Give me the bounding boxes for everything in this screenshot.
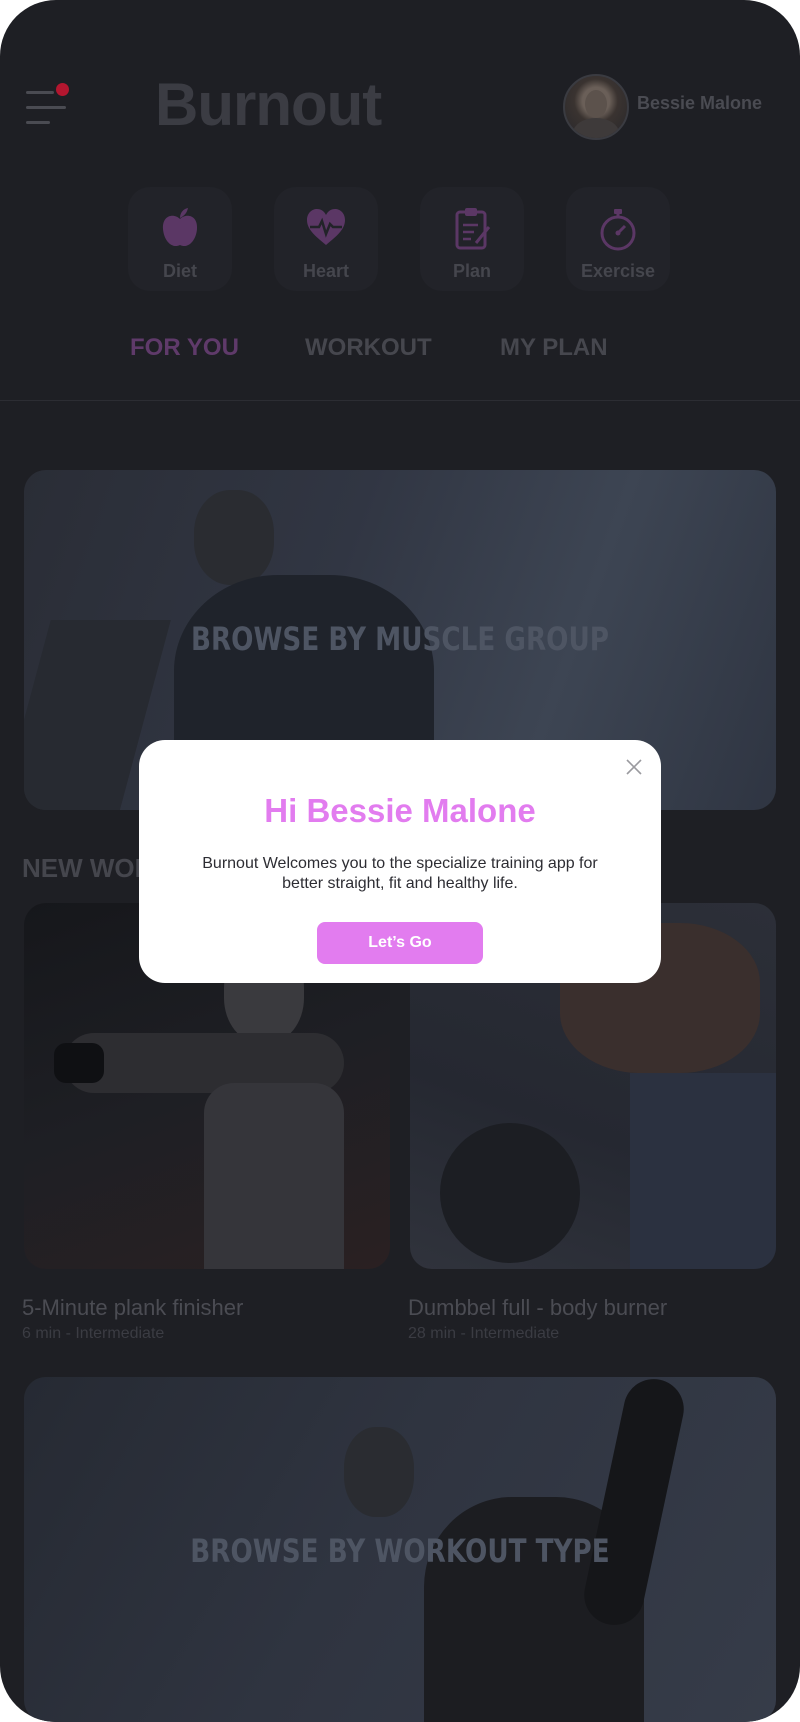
athlete-leg-shape [578, 1377, 690, 1631]
notification-dot [56, 83, 69, 96]
banner-title: BROWSE BY WORKOUT TYPE [190, 1532, 610, 1570]
category-label: Exercise [580, 261, 656, 281]
category-label: Diet [162, 261, 197, 281]
athlete-head-shape [194, 490, 274, 585]
user-avatar[interactable] [563, 74, 629, 140]
category-exercise[interactable]: Exercise [566, 187, 670, 291]
menu-line [26, 106, 66, 109]
gym-background-shape [630, 1073, 776, 1269]
banner-title: BROWSE BY MUSCLE GROUP [190, 620, 610, 658]
app-logo: Burnout [155, 71, 382, 138]
workout-title[interactable]: 5-Minute plank finisher [22, 1295, 243, 1321]
avatar-face [585, 90, 607, 118]
dumbbell-shape [440, 1123, 580, 1263]
tabs-divider [0, 400, 800, 401]
lets-go-button[interactable]: Let’s Go [317, 922, 483, 964]
workout-meta: 6 min - Intermediate [22, 1325, 165, 1342]
athlete-head-shape [344, 1427, 414, 1517]
heart-pulse-icon [307, 209, 345, 245]
workout-meta: 28 min - Intermediate [408, 1325, 560, 1342]
app-screen: Burnout Bessie Malone Diet Heart Plan Ex… [0, 0, 800, 1722]
athlete-body-shape [204, 1083, 344, 1269]
tab-workout[interactable]: WORKOUT [305, 334, 432, 362]
browse-workout-type-banner[interactable]: BROWSE BY WORKOUT TYPE [24, 1377, 776, 1722]
kettlebell-shape [54, 1043, 104, 1083]
modal-message: Burnout Welcomes you to the specialize t… [202, 855, 598, 892]
category-heart[interactable]: Heart [274, 187, 378, 291]
apple-icon [162, 208, 198, 247]
category-label: Heart [302, 261, 350, 281]
menu-line [26, 121, 50, 124]
tab-my-plan[interactable]: MY PLAN [500, 334, 608, 362]
menu-line [26, 91, 54, 94]
workout-title[interactable]: Dumbbel full - body burner [408, 1295, 667, 1321]
clipboard-icon [455, 208, 491, 250]
avatar-shoulders [573, 118, 619, 138]
category-diet[interactable]: Diet [128, 187, 232, 291]
stopwatch-icon [600, 209, 636, 251]
modal-title: Hi Bessie Malone [264, 792, 536, 829]
close-icon[interactable] [621, 754, 647, 780]
user-name[interactable]: Bessie Malone [637, 93, 762, 114]
category-label: Plan [452, 261, 491, 281]
category-plan[interactable]: Plan [420, 187, 524, 291]
menu-button[interactable] [26, 83, 69, 128]
welcome-modal: Hi Bessie Malone Burnout Welcomes you to… [139, 740, 661, 983]
tab-for-you[interactable]: FOR YOU [130, 334, 239, 362]
